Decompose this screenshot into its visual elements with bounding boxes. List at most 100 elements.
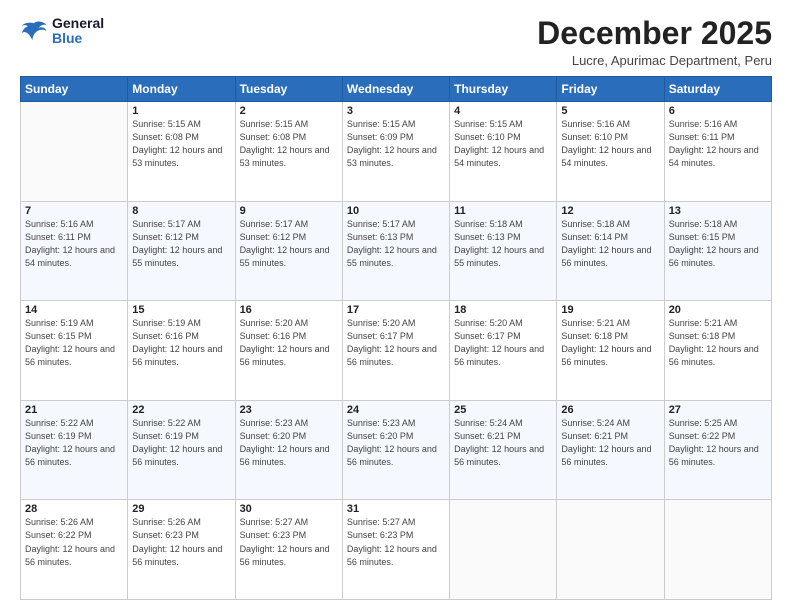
day-number: 15 <box>132 304 230 316</box>
day-number: 21 <box>25 404 123 416</box>
location: Lucre, Apurimac Department, Peru <box>537 53 772 68</box>
calendar-header-monday: Monday <box>128 77 235 102</box>
day-info: Sunrise: 5:18 AMSunset: 6:13 PMDaylight:… <box>454 218 552 270</box>
day-info: Sunrise: 5:15 AMSunset: 6:09 PMDaylight:… <box>347 118 445 170</box>
calendar-cell: 13Sunrise: 5:18 AMSunset: 6:15 PMDayligh… <box>664 201 771 301</box>
logo: General Blue <box>20 16 104 47</box>
day-info: Sunrise: 5:20 AMSunset: 6:16 PMDaylight:… <box>240 317 338 369</box>
day-number: 31 <box>347 503 445 515</box>
calendar-table: SundayMondayTuesdayWednesdayThursdayFrid… <box>20 76 772 600</box>
day-number: 11 <box>454 205 552 217</box>
calendar-week-row: 28Sunrise: 5:26 AMSunset: 6:22 PMDayligh… <box>21 500 772 600</box>
day-number: 27 <box>669 404 767 416</box>
calendar-cell: 5Sunrise: 5:16 AMSunset: 6:10 PMDaylight… <box>557 102 664 202</box>
day-info: Sunrise: 5:15 AMSunset: 6:08 PMDaylight:… <box>240 118 338 170</box>
calendar-cell: 6Sunrise: 5:16 AMSunset: 6:11 PMDaylight… <box>664 102 771 202</box>
month-title: December 2025 <box>537 16 772 51</box>
day-number: 16 <box>240 304 338 316</box>
calendar-cell: 14Sunrise: 5:19 AMSunset: 6:15 PMDayligh… <box>21 301 128 401</box>
day-info: Sunrise: 5:27 AMSunset: 6:23 PMDaylight:… <box>347 516 445 568</box>
calendar-cell: 20Sunrise: 5:21 AMSunset: 6:18 PMDayligh… <box>664 301 771 401</box>
calendar-header-friday: Friday <box>557 77 664 102</box>
logo-bird-icon <box>20 20 48 42</box>
calendar-header-wednesday: Wednesday <box>342 77 449 102</box>
day-info: Sunrise: 5:20 AMSunset: 6:17 PMDaylight:… <box>347 317 445 369</box>
day-info: Sunrise: 5:23 AMSunset: 6:20 PMDaylight:… <box>347 417 445 469</box>
calendar-cell: 11Sunrise: 5:18 AMSunset: 6:13 PMDayligh… <box>450 201 557 301</box>
calendar-cell: 22Sunrise: 5:22 AMSunset: 6:19 PMDayligh… <box>128 400 235 500</box>
calendar-cell: 16Sunrise: 5:20 AMSunset: 6:16 PMDayligh… <box>235 301 342 401</box>
calendar-cell: 2Sunrise: 5:15 AMSunset: 6:08 PMDaylight… <box>235 102 342 202</box>
calendar-cell: 28Sunrise: 5:26 AMSunset: 6:22 PMDayligh… <box>21 500 128 600</box>
day-info: Sunrise: 5:15 AMSunset: 6:10 PMDaylight:… <box>454 118 552 170</box>
calendar-cell: 1Sunrise: 5:15 AMSunset: 6:08 PMDaylight… <box>128 102 235 202</box>
day-info: Sunrise: 5:22 AMSunset: 6:19 PMDaylight:… <box>132 417 230 469</box>
day-info: Sunrise: 5:17 AMSunset: 6:13 PMDaylight:… <box>347 218 445 270</box>
calendar-cell: 24Sunrise: 5:23 AMSunset: 6:20 PMDayligh… <box>342 400 449 500</box>
calendar-cell <box>21 102 128 202</box>
calendar-header-saturday: Saturday <box>664 77 771 102</box>
day-number: 25 <box>454 404 552 416</box>
day-number: 13 <box>669 205 767 217</box>
day-info: Sunrise: 5:22 AMSunset: 6:19 PMDaylight:… <box>25 417 123 469</box>
day-info: Sunrise: 5:26 AMSunset: 6:22 PMDaylight:… <box>25 516 123 568</box>
calendar-cell: 18Sunrise: 5:20 AMSunset: 6:17 PMDayligh… <box>450 301 557 401</box>
logo-general: General <box>52 16 104 31</box>
logo-blue: Blue <box>52 31 104 46</box>
day-number: 1 <box>132 105 230 117</box>
calendar-cell: 17Sunrise: 5:20 AMSunset: 6:17 PMDayligh… <box>342 301 449 401</box>
calendar-cell: 26Sunrise: 5:24 AMSunset: 6:21 PMDayligh… <box>557 400 664 500</box>
day-info: Sunrise: 5:18 AMSunset: 6:14 PMDaylight:… <box>561 218 659 270</box>
day-info: Sunrise: 5:24 AMSunset: 6:21 PMDaylight:… <box>454 417 552 469</box>
calendar-cell: 27Sunrise: 5:25 AMSunset: 6:22 PMDayligh… <box>664 400 771 500</box>
day-info: Sunrise: 5:15 AMSunset: 6:08 PMDaylight:… <box>132 118 230 170</box>
title-block: December 2025 Lucre, Apurimac Department… <box>537 16 772 68</box>
day-info: Sunrise: 5:23 AMSunset: 6:20 PMDaylight:… <box>240 417 338 469</box>
calendar-cell: 29Sunrise: 5:26 AMSunset: 6:23 PMDayligh… <box>128 500 235 600</box>
calendar-cell: 9Sunrise: 5:17 AMSunset: 6:12 PMDaylight… <box>235 201 342 301</box>
day-info: Sunrise: 5:17 AMSunset: 6:12 PMDaylight:… <box>132 218 230 270</box>
day-info: Sunrise: 5:20 AMSunset: 6:17 PMDaylight:… <box>454 317 552 369</box>
day-info: Sunrise: 5:16 AMSunset: 6:10 PMDaylight:… <box>561 118 659 170</box>
day-number: 29 <box>132 503 230 515</box>
day-number: 28 <box>25 503 123 515</box>
calendar-week-row: 14Sunrise: 5:19 AMSunset: 6:15 PMDayligh… <box>21 301 772 401</box>
day-number: 18 <box>454 304 552 316</box>
calendar-week-row: 7Sunrise: 5:16 AMSunset: 6:11 PMDaylight… <box>21 201 772 301</box>
day-number: 23 <box>240 404 338 416</box>
calendar-cell: 4Sunrise: 5:15 AMSunset: 6:10 PMDaylight… <box>450 102 557 202</box>
calendar-cell: 12Sunrise: 5:18 AMSunset: 6:14 PMDayligh… <box>557 201 664 301</box>
day-info: Sunrise: 5:19 AMSunset: 6:16 PMDaylight:… <box>132 317 230 369</box>
day-number: 4 <box>454 105 552 117</box>
calendar-cell: 31Sunrise: 5:27 AMSunset: 6:23 PMDayligh… <box>342 500 449 600</box>
day-info: Sunrise: 5:21 AMSunset: 6:18 PMDaylight:… <box>669 317 767 369</box>
day-info: Sunrise: 5:18 AMSunset: 6:15 PMDaylight:… <box>669 218 767 270</box>
calendar-cell: 23Sunrise: 5:23 AMSunset: 6:20 PMDayligh… <box>235 400 342 500</box>
calendar-cell: 15Sunrise: 5:19 AMSunset: 6:16 PMDayligh… <box>128 301 235 401</box>
calendar-week-row: 21Sunrise: 5:22 AMSunset: 6:19 PMDayligh… <box>21 400 772 500</box>
day-info: Sunrise: 5:26 AMSunset: 6:23 PMDaylight:… <box>132 516 230 568</box>
day-number: 12 <box>561 205 659 217</box>
day-info: Sunrise: 5:16 AMSunset: 6:11 PMDaylight:… <box>25 218 123 270</box>
day-number: 3 <box>347 105 445 117</box>
header: General Blue December 2025 Lucre, Apurim… <box>20 16 772 68</box>
calendar-cell <box>664 500 771 600</box>
day-number: 20 <box>669 304 767 316</box>
day-info: Sunrise: 5:27 AMSunset: 6:23 PMDaylight:… <box>240 516 338 568</box>
calendar-cell: 21Sunrise: 5:22 AMSunset: 6:19 PMDayligh… <box>21 400 128 500</box>
day-number: 8 <box>132 205 230 217</box>
day-number: 7 <box>25 205 123 217</box>
calendar-cell: 19Sunrise: 5:21 AMSunset: 6:18 PMDayligh… <box>557 301 664 401</box>
day-number: 19 <box>561 304 659 316</box>
calendar-cell: 30Sunrise: 5:27 AMSunset: 6:23 PMDayligh… <box>235 500 342 600</box>
day-number: 30 <box>240 503 338 515</box>
calendar-week-row: 1Sunrise: 5:15 AMSunset: 6:08 PMDaylight… <box>21 102 772 202</box>
day-number: 10 <box>347 205 445 217</box>
calendar-header-tuesday: Tuesday <box>235 77 342 102</box>
day-info: Sunrise: 5:17 AMSunset: 6:12 PMDaylight:… <box>240 218 338 270</box>
day-info: Sunrise: 5:16 AMSunset: 6:11 PMDaylight:… <box>669 118 767 170</box>
calendar-cell: 3Sunrise: 5:15 AMSunset: 6:09 PMDaylight… <box>342 102 449 202</box>
day-number: 9 <box>240 205 338 217</box>
calendar-cell <box>557 500 664 600</box>
page: General Blue December 2025 Lucre, Apurim… <box>0 0 792 612</box>
